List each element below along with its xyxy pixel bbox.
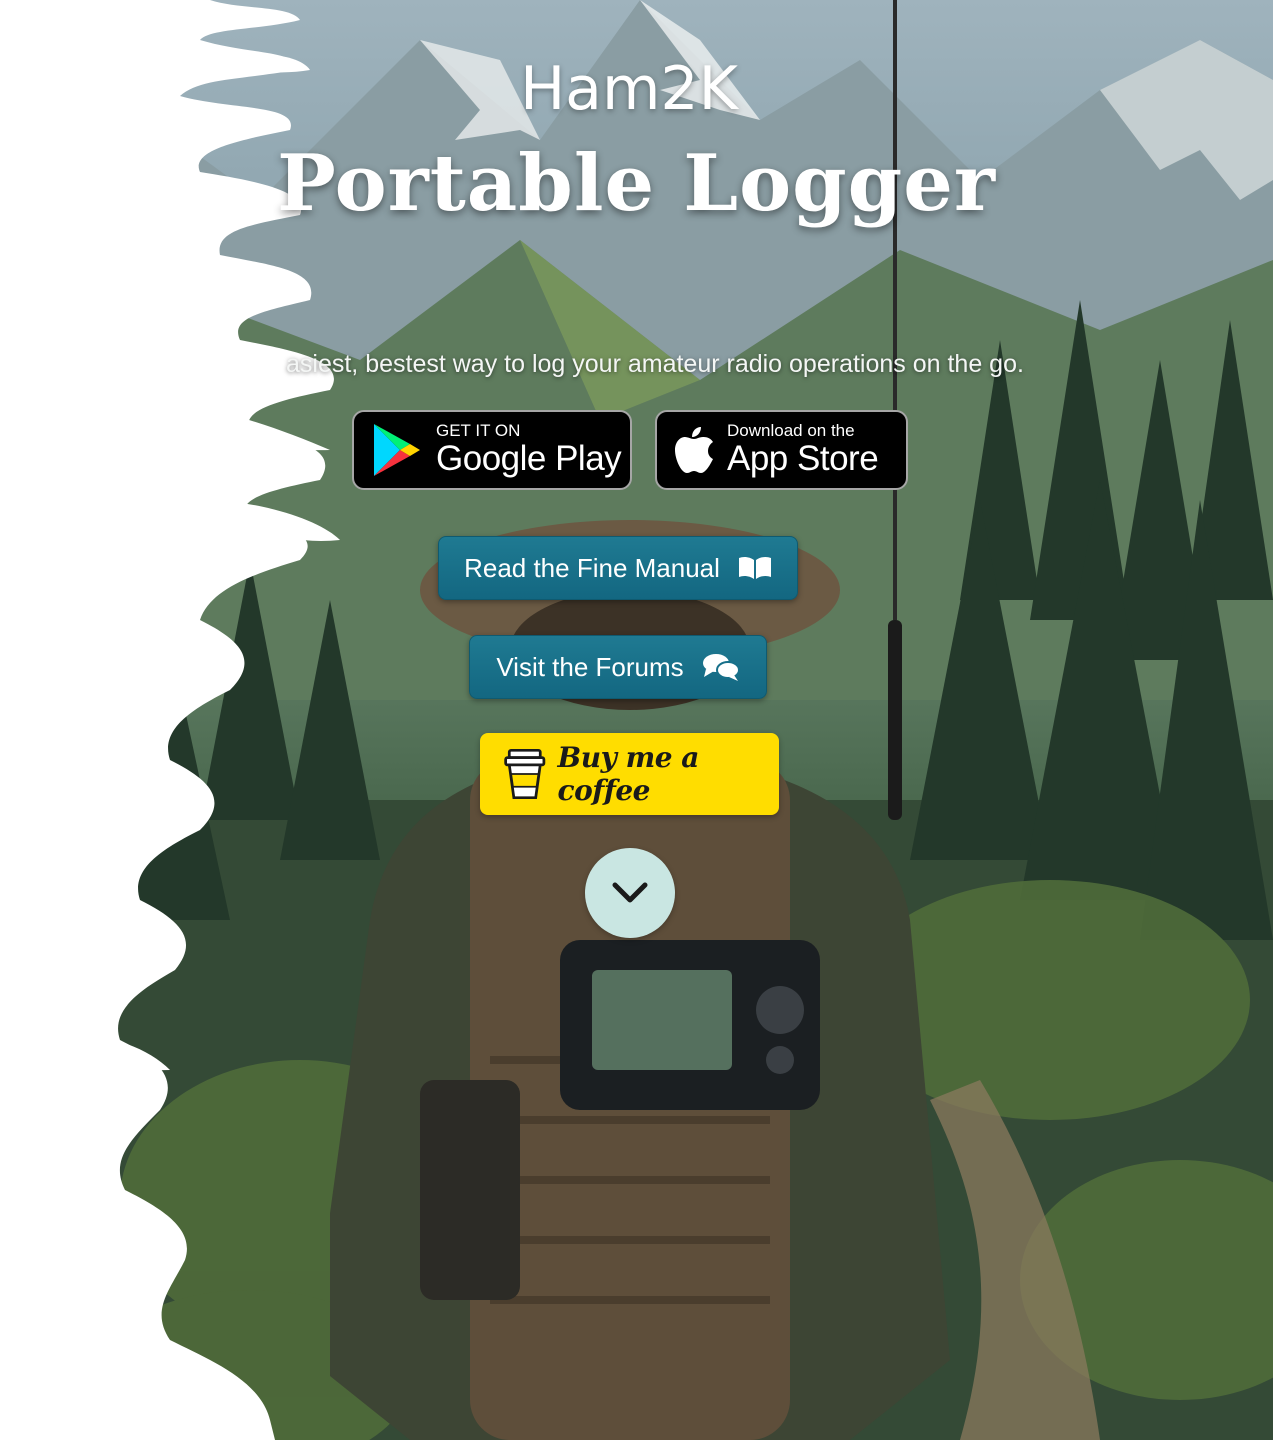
page-title: Portable Logger xyxy=(277,138,996,229)
comments-icon xyxy=(702,652,740,682)
buy-me-a-coffee-button[interactable]: Buy me a coffee xyxy=(480,733,779,815)
brand-text: Ham2K xyxy=(520,54,738,124)
chevron-down-icon xyxy=(612,882,648,903)
visit-forums-button[interactable]: Visit the Forums xyxy=(469,635,767,699)
google-play-badge[interactable]: GET IT ON Google Play xyxy=(352,410,632,490)
google-play-icon xyxy=(374,424,420,476)
app-store-large-text: App Store xyxy=(727,439,879,478)
google-play-large-text: Google Play xyxy=(436,439,622,478)
read-manual-button[interactable]: Read the Fine Manual xyxy=(438,536,798,600)
visit-forums-label: Visit the Forums xyxy=(496,651,684,682)
google-play-small-text: GET IT ON xyxy=(436,421,521,440)
book-open-icon xyxy=(738,556,772,580)
apple-icon xyxy=(675,427,713,473)
app-store-badge[interactable]: Download on the App Store xyxy=(655,410,908,490)
app-store-small-text: Download on the xyxy=(727,421,855,440)
brand-name: Ham2K xyxy=(0,54,1273,124)
tagline: asiest, bestest way to log your amateur … xyxy=(286,350,1024,378)
coffee-cup-icon xyxy=(504,748,546,800)
buy-me-a-coffee-label: Buy me a coffee xyxy=(557,741,700,807)
read-manual-label: Read the Fine Manual xyxy=(464,552,720,583)
scroll-down-button[interactable] xyxy=(585,848,675,938)
